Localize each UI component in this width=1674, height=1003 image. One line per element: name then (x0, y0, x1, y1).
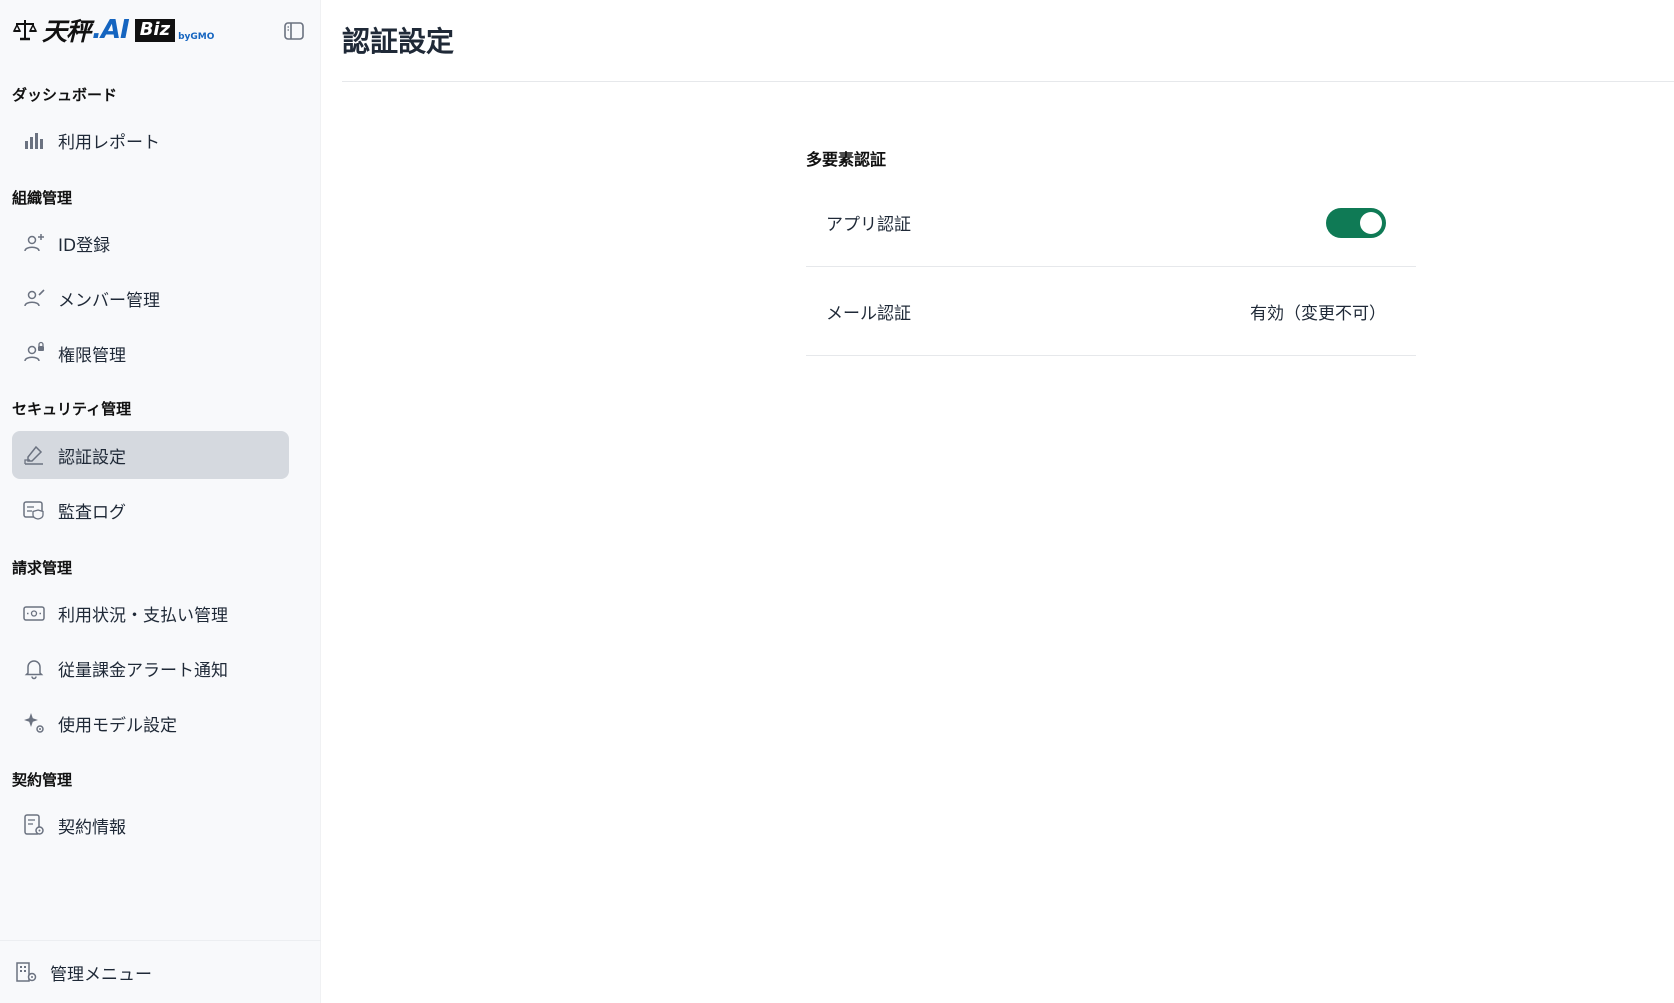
sidebar-item-usage-report[interactable]: 利用レポート (12, 116, 289, 164)
bar-chart-icon (22, 128, 46, 152)
user-add-icon (22, 231, 46, 255)
sidebar-toggle-icon[interactable] (282, 19, 306, 43)
signature-icon (22, 443, 46, 467)
app-logo[interactable]: 天秤 .AI Biz byGMO (12, 14, 214, 46)
app-auth-toggle[interactable] (1326, 207, 1386, 238)
sidebar-item-label: 監査ログ (58, 502, 126, 523)
title-divider (342, 81, 1674, 82)
page-title: 認証設定 (342, 25, 455, 58)
sidebar-item-billing-alert[interactable]: 従量課金アラート通知 (12, 644, 289, 692)
sidebar-item-label: ID登録 (58, 235, 111, 256)
email-auth-label: メール認証 (826, 304, 911, 324)
payment-icon (22, 601, 46, 625)
sidebar-item-label: メンバー管理 (58, 290, 160, 311)
logo-biz-text: Biz (134, 18, 176, 42)
mfa-row-app-auth: アプリ認証 (806, 179, 1416, 267)
footer-label: 管理メニュー (50, 964, 152, 985)
app-auth-label: アプリ認証 (826, 215, 911, 235)
sidebar-item-contract-info[interactable]: 契約情報 (12, 801, 289, 849)
sidebar-item-id-register[interactable]: ID登録 (12, 219, 289, 267)
bell-icon (22, 656, 46, 680)
mfa-heading: 多要素認証 (806, 150, 887, 169)
user-lock-icon (22, 341, 46, 365)
sidebar-item-label: 使用モデル設定 (58, 715, 177, 736)
sidebar-footer-admin-menu[interactable]: 管理メニュー (0, 940, 321, 1003)
sidebar-item-usage-payment[interactable]: 利用状況・支払い管理 (12, 589, 289, 637)
sidebar-item-member-management[interactable]: メンバー管理 (12, 274, 289, 322)
section-dashboard: ダッシュボード (12, 86, 118, 104)
sidebar-item-label: 利用状況・支払い管理 (58, 605, 228, 626)
email-auth-status: 有効（変更不可） (1250, 304, 1386, 324)
audit-log-icon (22, 498, 46, 522)
sidebar-item-label: 契約情報 (58, 817, 126, 838)
sidebar: 天秤 .AI Biz byGMO ダッシュボード 利用レポート 組織管理 ID登… (0, 0, 321, 1003)
sidebar-item-label: 認証設定 (58, 447, 126, 468)
section-billing: 請求管理 (12, 559, 73, 577)
building-gear-icon (14, 960, 38, 984)
logo-ai-text: .AI (92, 15, 130, 45)
scale-icon (12, 20, 38, 41)
sidebar-item-permission-management[interactable]: 権限管理 (12, 329, 289, 377)
sidebar-item-label: 権限管理 (58, 345, 126, 366)
sidebar-item-model-settings[interactable]: 使用モデル設定 (12, 699, 289, 747)
user-edit-icon (22, 286, 46, 310)
toggle-knob (1360, 211, 1382, 234)
sidebar-item-auth-settings[interactable]: 認証設定 (12, 431, 289, 479)
section-contract: 契約管理 (12, 771, 73, 789)
sidebar-item-label: 利用レポート (58, 132, 160, 153)
section-organization: 組織管理 (12, 189, 73, 207)
section-security: セキュリティ管理 (12, 400, 132, 418)
logo-by-text: byGMO (178, 32, 215, 42)
sidebar-item-audit-log[interactable]: 監査ログ (12, 486, 289, 534)
sparkle-gear-icon (22, 711, 46, 735)
mfa-row-email-auth: メール認証 有効（変更不可） (806, 268, 1416, 356)
logo-row: 天秤 .AI Biz byGMO (12, 14, 312, 46)
sidebar-item-label: 従量課金アラート通知 (58, 660, 228, 681)
contract-gear-icon (22, 813, 46, 837)
logo-main-text: 天秤 (42, 17, 91, 46)
